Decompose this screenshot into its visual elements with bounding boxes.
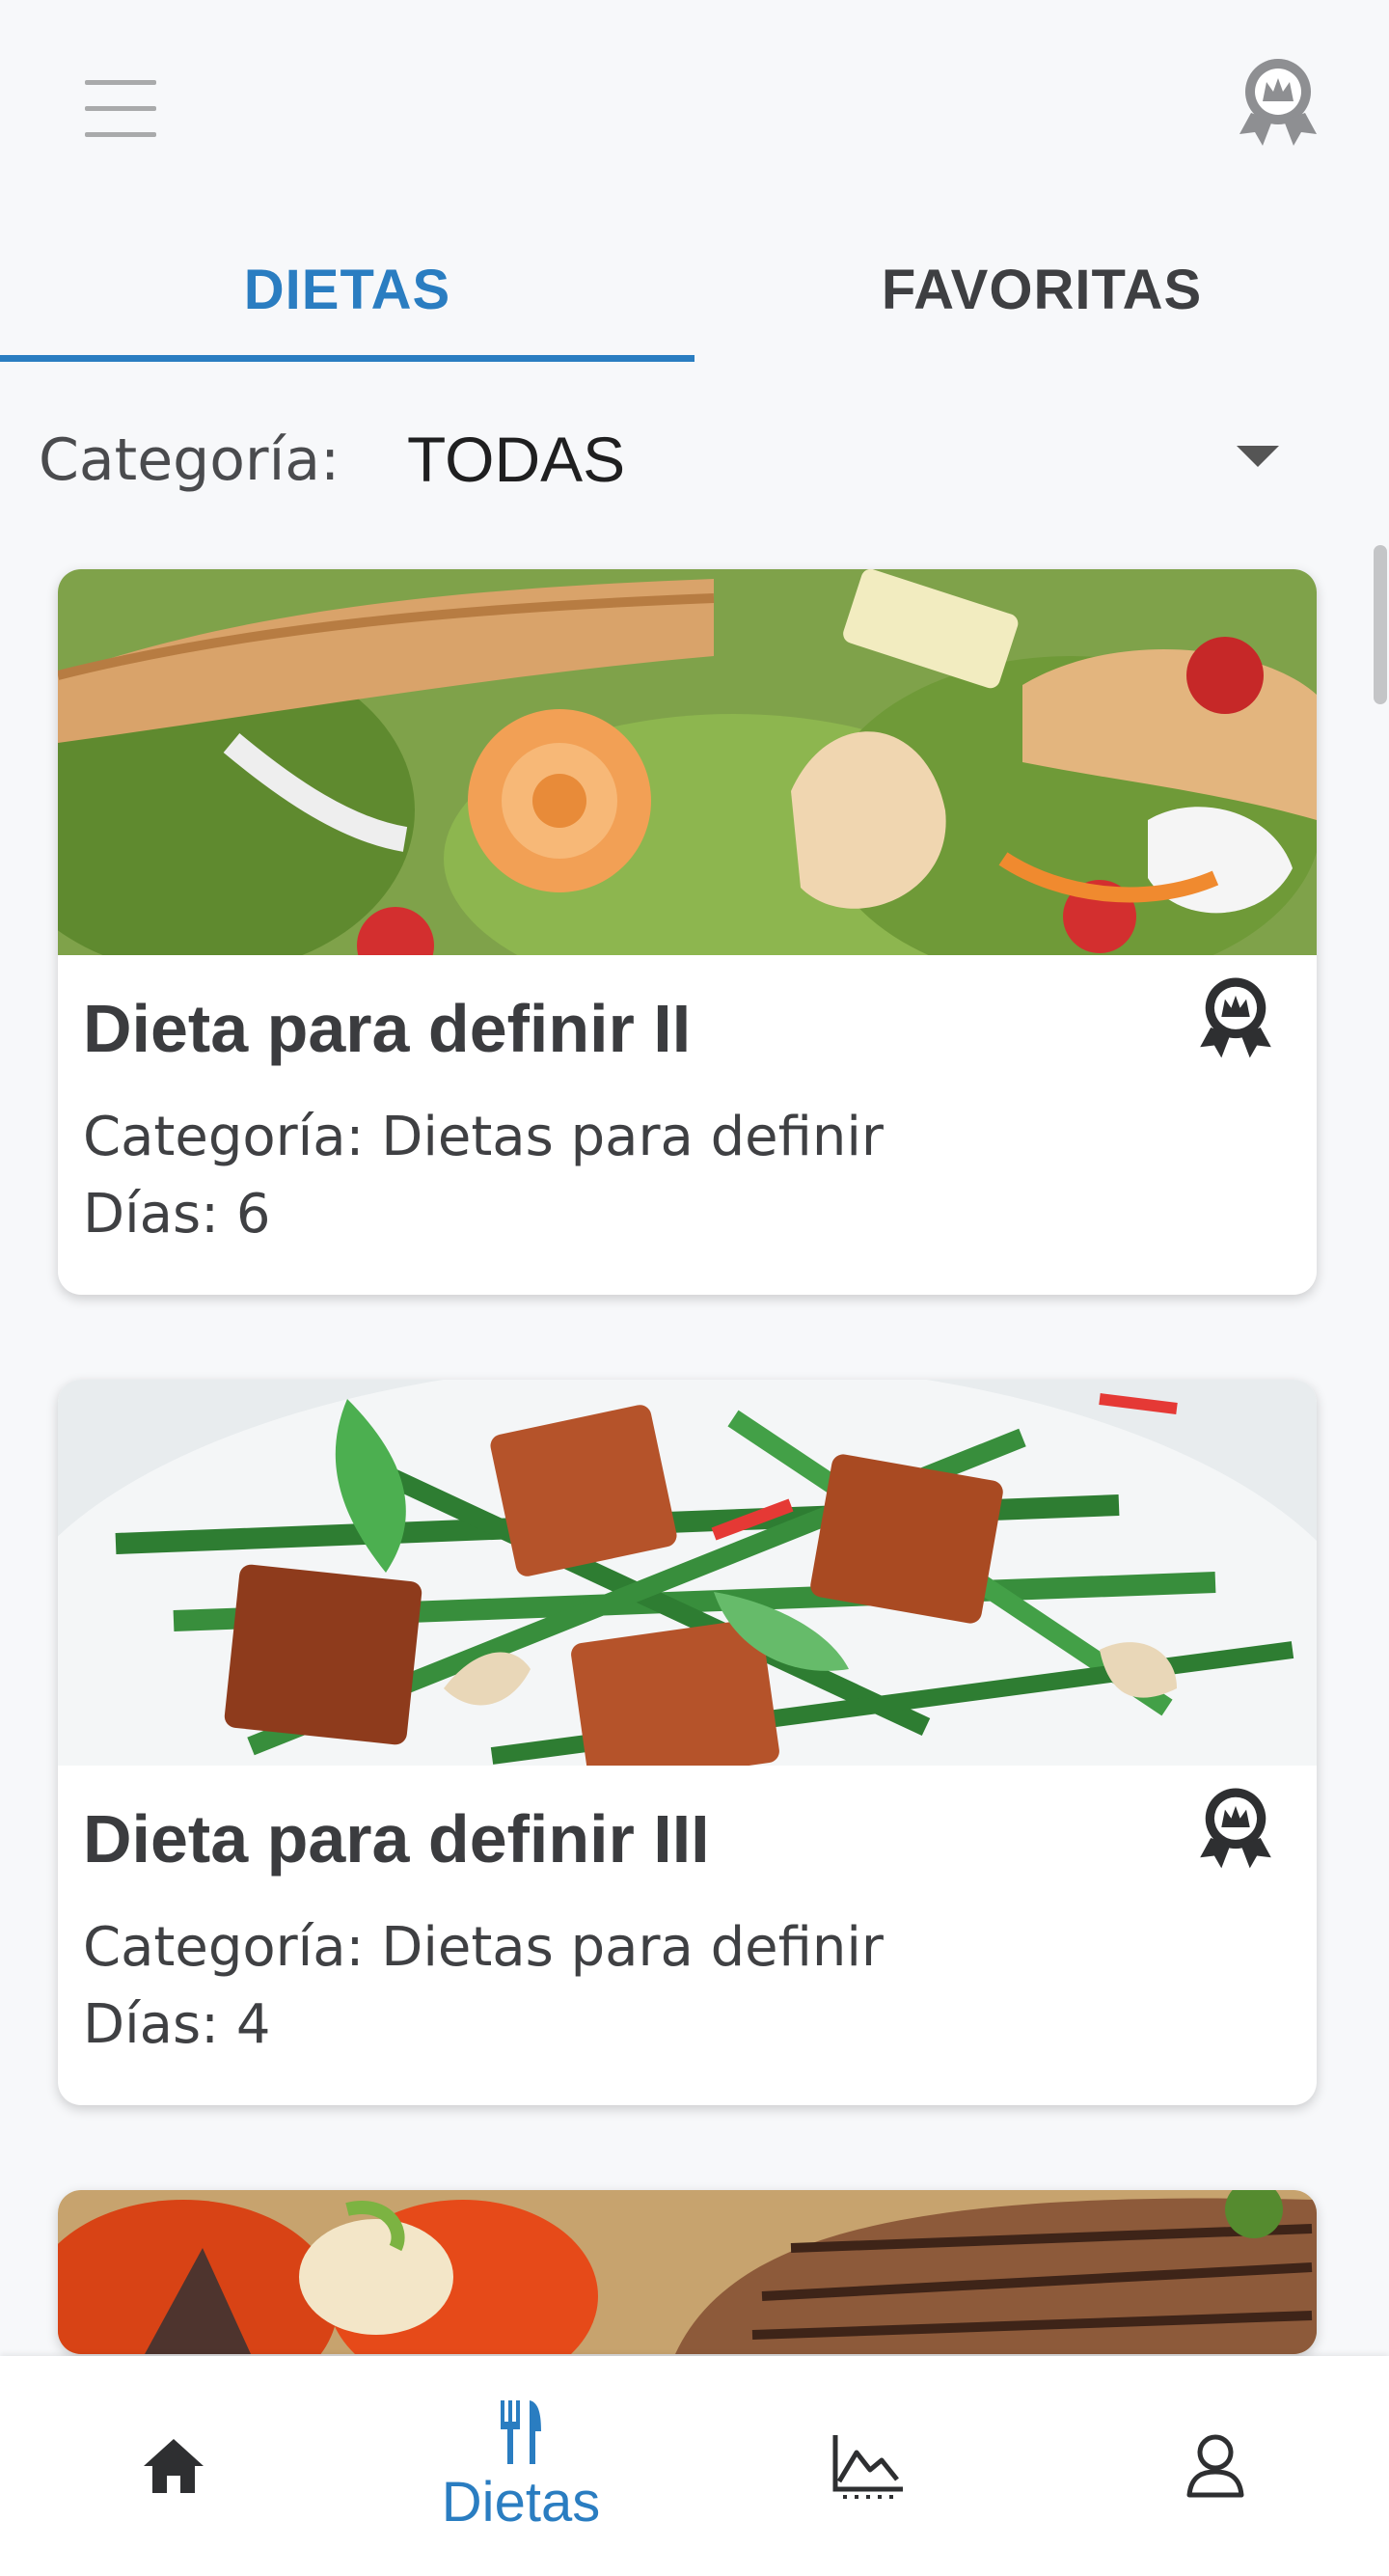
tab-bar: DIETAS FAVORITAS: [0, 217, 1389, 362]
nav-dietas[interactable]: Dietas: [347, 2356, 694, 2576]
top-bar: [0, 0, 1389, 203]
diet-category: Categoría: Dietas para definir: [83, 1916, 884, 1979]
scrollbar-thumb[interactable]: [1374, 545, 1387, 704]
chart-icon: [832, 2435, 903, 2499]
diet-days: Días: 6: [83, 1183, 271, 1246]
diet-card[interactable]: Dieta para definir II Categoría: Dietas …: [58, 569, 1317, 1295]
diet-category: Categoría: Dietas para definir: [83, 1106, 884, 1168]
diet-card[interactable]: Dieta para definir III Categoría: Dietas…: [58, 1380, 1317, 2105]
nav-profile[interactable]: [1042, 2356, 1389, 2576]
tab-dietas[interactable]: DIETAS: [0, 217, 694, 362]
nav-statistics[interactable]: [694, 2356, 1042, 2576]
diet-card[interactable]: [58, 2190, 1317, 2354]
award-badge-icon[interactable]: [1191, 1783, 1280, 1872]
tab-favoritas[interactable]: FAVORITAS: [694, 217, 1389, 362]
award-badge-icon[interactable]: [1191, 973, 1280, 1061]
cutlery-icon: [501, 2399, 541, 2464]
home-icon: [144, 2439, 204, 2493]
diet-card-body: Dieta para definir III Categoría: Dietas…: [58, 1766, 1317, 2105]
hamburger-menu-icon[interactable]: [68, 58, 174, 159]
bottom-navigation: Dietas: [0, 2356, 1389, 2576]
diet-days: Días: 4: [83, 1993, 271, 2056]
nav-home[interactable]: [0, 2356, 347, 2576]
category-filter: Categoría: TODAS: [0, 405, 1389, 511]
nav-label-dietas: Dietas: [441, 2470, 601, 2534]
diet-title: Dieta para definir II: [83, 991, 692, 1066]
diet-card-body: Dieta para definir II Categoría: Dietas …: [58, 955, 1317, 1295]
chicken-salad-photo: [58, 569, 1317, 955]
award-badge-icon[interactable]: [1230, 53, 1326, 150]
diet-list: Dieta para definir II Categoría: Dietas …: [58, 569, 1317, 2354]
diet-title: Dieta para definir III: [83, 1801, 710, 1877]
tofu-green-beans-photo: [58, 1380, 1317, 1766]
category-select[interactable]: TODAS: [407, 423, 625, 496]
app-screen: DIETAS FAVORITAS Categoría: TODAS Dieta …: [0, 0, 1389, 2576]
user-icon: [1186, 2434, 1244, 2498]
chevron-down-icon[interactable]: [1237, 446, 1279, 467]
category-label: Categoría:: [39, 426, 340, 494]
steak-vegetables-photo: [58, 2190, 1317, 2354]
